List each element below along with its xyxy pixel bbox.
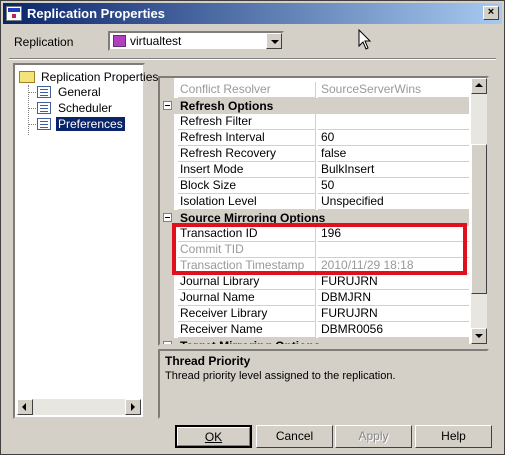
tree-connector xyxy=(28,108,36,109)
category-row[interactable]: Target Mirroring Options xyxy=(160,338,469,346)
dropdown-arrow-icon[interactable] xyxy=(266,33,282,49)
scroll-down-icon[interactable] xyxy=(471,328,487,344)
property-name: Insert Mode xyxy=(178,162,316,178)
property-value[interactable]: false xyxy=(318,146,469,162)
property-row[interactable]: Refresh Interval 60 xyxy=(160,130,469,146)
property-value[interactable]: SourceServerWins xyxy=(318,82,469,98)
description-panel: Thread Priority Thread priority level as… xyxy=(158,349,489,419)
tree-connector xyxy=(28,92,36,93)
property-row[interactable]: Refresh Filter xyxy=(160,114,469,130)
apply-button[interactable]: Apply xyxy=(335,425,412,448)
replication-icon xyxy=(113,35,126,47)
property-row[interactable]: Insert Mode BulkInsert xyxy=(160,162,469,178)
property-name: Block Size xyxy=(178,178,316,194)
property-name: Receiver Library xyxy=(178,306,316,322)
property-name: Refresh Recovery xyxy=(178,146,316,162)
description-title: Thread Priority xyxy=(165,354,251,368)
cancel-button[interactable]: Cancel xyxy=(256,425,333,448)
property-row[interactable]: Isolation Level Unspecified xyxy=(160,194,469,210)
help-label: Help xyxy=(441,429,466,443)
collapse-icon[interactable] xyxy=(163,101,172,110)
tree-item-scheduler[interactable]: Scheduler xyxy=(37,100,114,116)
category-name: Refresh Options xyxy=(180,99,274,113)
property-row[interactable]: Conflict Resolver SourceServerWins xyxy=(160,82,469,98)
title-bar[interactable]: Replication Properties × xyxy=(3,3,502,24)
collapse-icon[interactable] xyxy=(163,213,172,222)
property-grid[interactable]: Conflict Resolver SourceServerWins Refresh… xyxy=(158,76,489,346)
tree-root[interactable]: Replication Properties xyxy=(19,69,160,84)
ok-button[interactable]: OK xyxy=(175,425,252,448)
tree-root-label: Replication Properties xyxy=(41,69,159,84)
tree-item-general[interactable]: General xyxy=(37,84,103,100)
property-row[interactable]: Journal Name DBMJRN xyxy=(160,290,469,306)
replication-properties-dialog: Replication Properties × Replication vir… xyxy=(0,0,505,455)
tree-item-preferences[interactable]: Preferences xyxy=(37,116,125,132)
property-value[interactable]: FURUJRN xyxy=(318,274,469,290)
cancel-label: Cancel xyxy=(275,429,314,443)
app-icon xyxy=(6,6,22,21)
property-value[interactable]: BulkInsert xyxy=(318,162,469,178)
replication-dropdown[interactable]: virtualtest xyxy=(108,31,284,51)
scroll-left-icon[interactable] xyxy=(17,399,33,415)
property-name: Journal Name xyxy=(178,290,316,306)
tree-item-label: General xyxy=(58,84,101,99)
category-name: Target Mirroring Options xyxy=(180,339,321,346)
close-button[interactable]: × xyxy=(483,6,499,20)
collapse-icon[interactable] xyxy=(163,341,172,344)
settings-tree[interactable]: Replication Properties General Scheduler… xyxy=(13,63,158,419)
description-text: Thread priority level assigned to the re… xyxy=(165,370,396,382)
red-highlight-box xyxy=(172,223,467,275)
property-row[interactable]: Block Size 50 xyxy=(160,178,469,194)
property-value[interactable] xyxy=(318,114,469,130)
property-row[interactable]: Receiver Library FURUJRN xyxy=(160,306,469,322)
property-value[interactable]: DBMR0056 xyxy=(318,322,469,338)
mouse-cursor-icon xyxy=(358,29,372,50)
category-row[interactable]: Refresh Options xyxy=(160,98,469,114)
property-name: Conflict Resolver xyxy=(178,82,316,98)
property-value[interactable]: Unspecified xyxy=(318,194,469,210)
page-icon xyxy=(37,117,51,130)
scroll-up-icon[interactable] xyxy=(471,78,487,94)
property-name: Refresh Filter xyxy=(178,114,316,130)
property-row[interactable]: Receiver Name DBMR0056 xyxy=(160,322,469,338)
scroll-thumb[interactable] xyxy=(471,144,487,294)
apply-label: Apply xyxy=(358,429,389,443)
property-row[interactable]: Refresh Recovery false xyxy=(160,146,469,162)
property-name: Isolation Level xyxy=(178,194,316,210)
scroll-right-icon[interactable] xyxy=(125,399,141,415)
property-value[interactable]: FURUJRN xyxy=(318,306,469,322)
property-value[interactable]: DBMJRN xyxy=(318,290,469,306)
property-value[interactable]: 60 xyxy=(318,130,469,146)
replication-selected-value: virtualtest xyxy=(130,34,182,48)
property-name: Refresh Interval xyxy=(178,130,316,146)
replication-label: Replication xyxy=(14,35,74,49)
page-icon xyxy=(37,85,51,98)
window-title: Replication Properties xyxy=(27,6,165,21)
tree-horizontal-scrollbar[interactable] xyxy=(17,399,141,415)
tree-item-label: Scheduler xyxy=(58,100,113,115)
divider xyxy=(9,58,496,60)
help-button[interactable]: Help xyxy=(415,425,492,448)
grid-vertical-scrollbar[interactable] xyxy=(471,78,487,344)
tree-item-label: Preferences xyxy=(56,116,125,131)
property-name: Journal Library xyxy=(178,274,316,290)
ok-label: OK xyxy=(204,430,223,444)
tree-connector xyxy=(28,124,36,125)
property-name: Receiver Name xyxy=(178,322,316,338)
folder-icon xyxy=(19,70,35,83)
page-icon xyxy=(37,101,51,114)
property-row[interactable]: Journal Library FURUJRN xyxy=(160,274,469,290)
property-value[interactable]: 50 xyxy=(318,178,469,194)
